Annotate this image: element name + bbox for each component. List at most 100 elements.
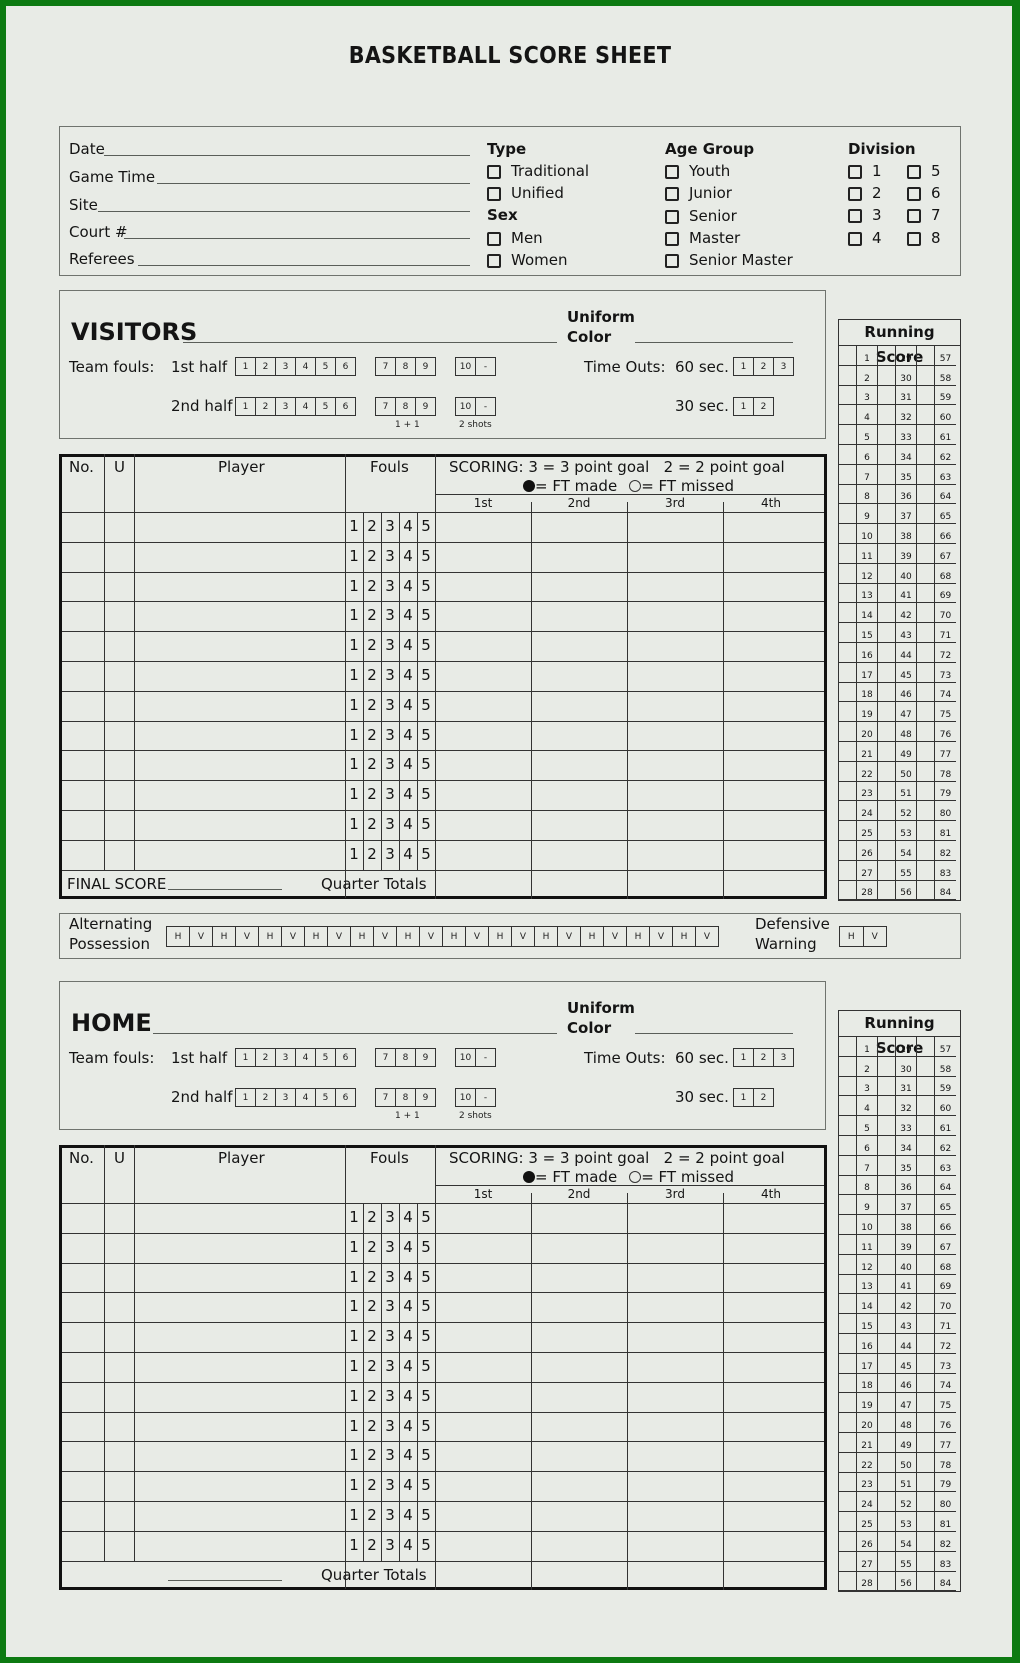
player-number-cell[interactable] <box>62 1322 104 1352</box>
running-score-mark-cell[interactable] <box>917 860 935 881</box>
player-foul-box[interactable]: 3 <box>381 547 399 565</box>
quarter-score-cell[interactable] <box>724 1292 819 1322</box>
player-foul-box[interactable]: 5 <box>417 517 435 535</box>
running-score-mark-cell[interactable] <box>839 1135 857 1156</box>
visitors-final-score-input[interactable] <box>168 888 282 890</box>
player-u-cell[interactable] <box>104 691 134 721</box>
home-second-half-fouls-1-6-box[interactable]: 1 <box>236 1089 256 1106</box>
info-input-game-time[interactable] <box>157 183 470 184</box>
quarter-score-cell[interactable] <box>532 661 627 691</box>
quarter-score-cell[interactable] <box>628 840 723 870</box>
player-foul-box[interactable]: 1 <box>345 1327 363 1345</box>
player-foul-box[interactable]: 4 <box>399 785 417 803</box>
player-foul-box[interactable]: 2 <box>363 1417 381 1435</box>
player-foul-box[interactable]: 3 <box>381 1357 399 1375</box>
running-score-mark-cell[interactable] <box>839 761 857 782</box>
visitors-second-half-fouls-1-6-box[interactable]: 4 <box>296 398 316 415</box>
visitors-second-half-fouls-7-9-box[interactable]: 8 <box>396 398 416 415</box>
home-first-half-fouls-7-9-box[interactable]: 9 <box>416 1049 435 1066</box>
running-score-mark-cell[interactable] <box>839 1373 857 1394</box>
quarter-score-cell[interactable] <box>724 1352 819 1382</box>
possession-box[interactable]: V <box>420 927 443 946</box>
running-score-mark-cell[interactable] <box>839 1512 857 1532</box>
running-score-mark-cell[interactable] <box>878 1037 896 1057</box>
home-first-half-fouls-10-box[interactable]: - <box>476 1049 495 1066</box>
running-score-mark-cell[interactable] <box>917 880 935 901</box>
possession-box[interactable]: H <box>627 927 650 946</box>
player-u-cell[interactable] <box>104 1263 134 1293</box>
quarter-score-cell[interactable] <box>532 840 627 870</box>
running-score-mark-cell[interactable] <box>839 1116 857 1136</box>
player-u-cell[interactable] <box>104 1441 134 1471</box>
visitors-first-half-fouls-1-6-box[interactable]: 4 <box>296 358 316 375</box>
player-foul-box[interactable]: 4 <box>399 845 417 863</box>
running-score-mark-cell[interactable] <box>839 1432 857 1453</box>
home-timeouts-60-box[interactable]: 3 <box>774 1049 793 1066</box>
running-score-mark-cell[interactable] <box>839 1254 857 1275</box>
running-score-mark-cell[interactable] <box>839 1096 857 1117</box>
running-score-mark-cell[interactable] <box>878 1571 896 1592</box>
player-number-cell[interactable] <box>62 601 104 631</box>
player-number-cell[interactable] <box>62 1412 104 1442</box>
home-second-half-fouls-7-9-box[interactable]: 8 <box>396 1089 416 1106</box>
player-foul-box[interactable]: 3 <box>381 1297 399 1315</box>
quarter-score-cell[interactable] <box>436 1322 531 1352</box>
running-score-mark-cell[interactable] <box>917 504 935 525</box>
player-foul-box[interactable]: 4 <box>399 755 417 773</box>
quarter-score-cell[interactable] <box>532 542 627 572</box>
player-foul-box[interactable]: 1 <box>345 517 363 535</box>
quarter-total-cell[interactable] <box>628 1561 723 1587</box>
running-score-mark-cell[interactable] <box>839 543 857 564</box>
visitors-second-half-fouls-1-6-box[interactable]: 6 <box>336 398 355 415</box>
running-score-mark-cell[interactable] <box>917 1155 935 1176</box>
player-u-cell[interactable] <box>104 1531 134 1561</box>
player-name-cell[interactable] <box>134 840 345 870</box>
running-score-mark-cell[interactable] <box>917 761 935 782</box>
player-foul-box[interactable]: 3 <box>381 785 399 803</box>
quarter-score-cell[interactable] <box>532 750 627 780</box>
home-team-name-input[interactable] <box>153 1033 557 1034</box>
player-foul-box[interactable]: 2 <box>363 1536 381 1554</box>
running-score-mark-cell[interactable] <box>839 801 857 822</box>
home-second-half-fouls-10-box[interactable]: 10 <box>456 1089 476 1106</box>
running-score-mark-cell[interactable] <box>917 543 935 564</box>
player-foul-box[interactable]: 1 <box>345 785 363 803</box>
player-number-cell[interactable] <box>62 750 104 780</box>
running-score-mark-cell[interactable] <box>878 662 896 683</box>
player-foul-box[interactable]: 1 <box>345 547 363 565</box>
home-first-half-fouls-7-9-box[interactable]: 7 <box>376 1049 396 1066</box>
player-foul-box[interactable]: 3 <box>381 1446 399 1464</box>
quarter-score-cell[interactable] <box>628 631 723 661</box>
quarter-total-cell[interactable] <box>724 1561 819 1587</box>
player-foul-box[interactable]: 2 <box>363 696 381 714</box>
running-score-mark-cell[interactable] <box>917 781 935 802</box>
player-foul-box[interactable]: 2 <box>363 785 381 803</box>
player-foul-box[interactable]: 5 <box>417 1357 435 1375</box>
player-foul-box[interactable]: 5 <box>417 636 435 654</box>
division-checkbox-7[interactable] <box>907 209 921 223</box>
possession-box[interactable]: V <box>650 927 673 946</box>
running-score-mark-cell[interactable] <box>839 682 857 703</box>
player-foul-box[interactable]: 1 <box>345 1208 363 1226</box>
player-foul-box[interactable]: 2 <box>363 755 381 773</box>
possession-box[interactable]: V <box>282 927 305 946</box>
visitors-second-half-fouls-7-9-box[interactable]: 7 <box>376 398 396 415</box>
player-number-cell[interactable] <box>62 572 104 602</box>
player-u-cell[interactable] <box>104 1412 134 1442</box>
quarter-score-cell[interactable] <box>436 1203 531 1233</box>
player-foul-box[interactable]: 5 <box>417 726 435 744</box>
quarter-score-cell[interactable] <box>436 1412 531 1442</box>
running-score-mark-cell[interactable] <box>839 583 857 604</box>
player-name-cell[interactable] <box>134 1382 345 1412</box>
player-foul-box[interactable]: 4 <box>399 577 417 595</box>
running-score-mark-cell[interactable] <box>878 1155 896 1176</box>
running-score-mark-cell[interactable] <box>878 1096 896 1117</box>
running-score-mark-cell[interactable] <box>839 1175 857 1196</box>
info-input-site[interactable] <box>98 211 470 212</box>
running-score-mark-cell[interactable] <box>839 1571 857 1592</box>
player-u-cell[interactable] <box>104 780 134 810</box>
player-number-cell[interactable] <box>62 1233 104 1263</box>
player-foul-box[interactable]: 4 <box>399 1268 417 1286</box>
division-checkbox-2[interactable] <box>848 187 862 201</box>
player-u-cell[interactable] <box>104 721 134 751</box>
